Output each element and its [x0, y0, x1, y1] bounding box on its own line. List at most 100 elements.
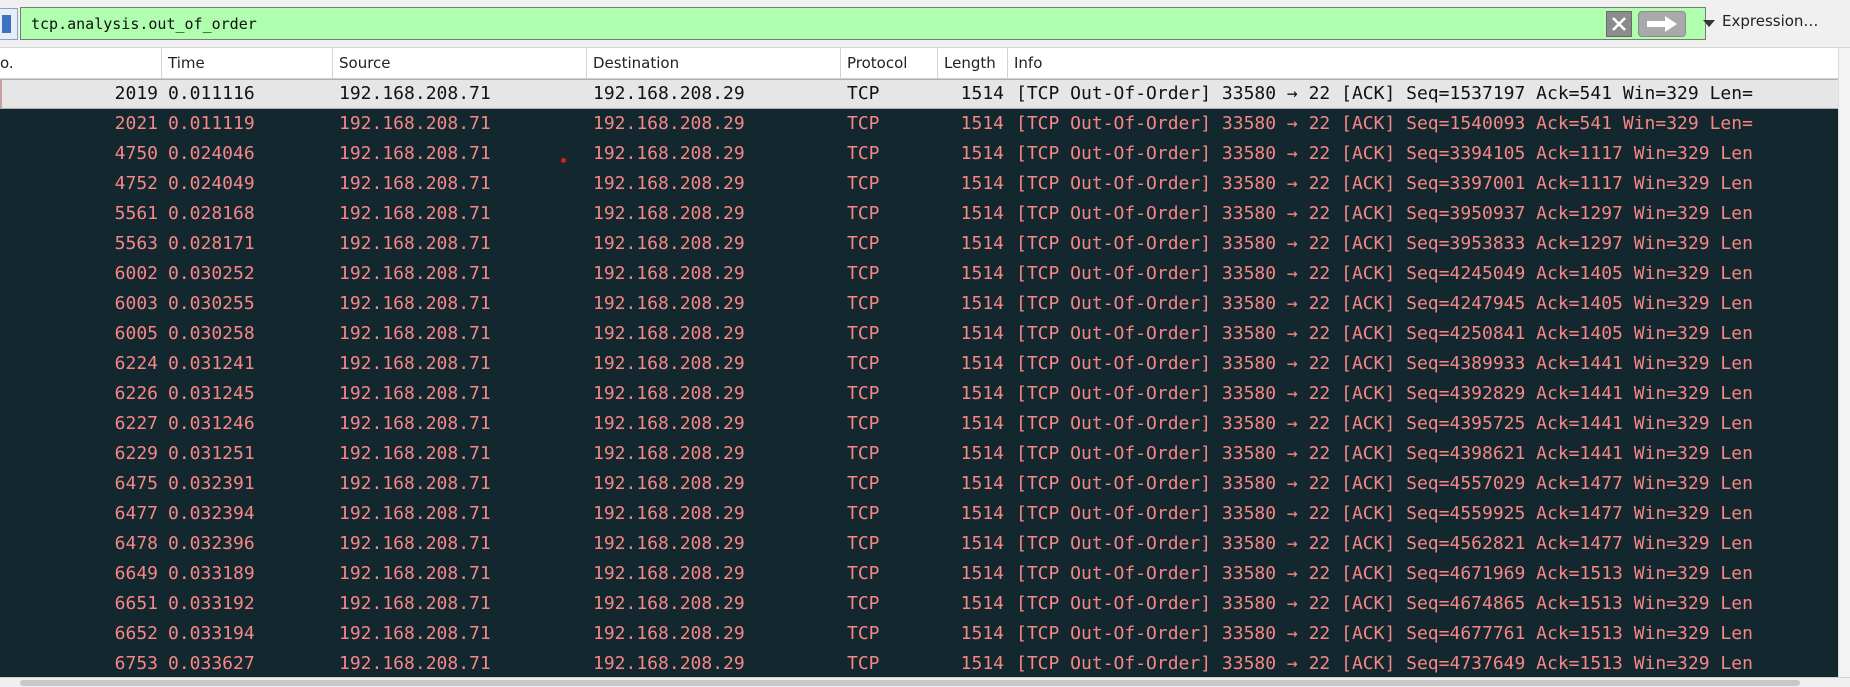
packet-row[interactable]: 4750 0.024046 192.168.208.71 192.168.208.29…: [0, 139, 1838, 169]
packet-number: 6002: [114, 263, 158, 284]
packet-source: 192.168.208.71: [339, 383, 491, 404]
packet-row[interactable]: 6003 0.030255 192.168.208.71 192.168.208.29…: [0, 289, 1838, 319]
packet-row[interactable]: 6224 0.031241 192.168.208.71 192.168.208.29…: [0, 349, 1838, 379]
packet-row[interactable]: 6649 0.033189 192.168.208.71 192.168.208.29…: [0, 559, 1838, 589]
packet-row[interactable]: 2021 0.011119 192.168.208.71 192.168.208.29…: [0, 109, 1838, 139]
vertical-scrollbar[interactable]: [1838, 48, 1850, 678]
packet-protocol: TCP: [847, 383, 880, 404]
packet-destination: 192.168.208.29: [593, 263, 745, 284]
packet-time: 0.032391: [168, 473, 255, 494]
packet-length: 1514: [960, 443, 1004, 464]
packet-source: 192.168.208.71: [339, 323, 491, 344]
packet-info: [TCP Out-Of-Order] 33580 → 22 [ACK] Seq=…: [1016, 503, 1753, 524]
packet-source: 192.168.208.71: [339, 113, 491, 134]
filter-bookmark-button[interactable]: [0, 8, 18, 40]
packet-info: [TCP Out-Of-Order] 33580 → 22 [ACK] Seq=…: [1016, 203, 1753, 224]
packet-info: [TCP Out-Of-Order] 33580 → 22 [ACK] Seq=…: [1016, 473, 1753, 494]
packet-time: 0.011116: [168, 83, 255, 104]
expression-button[interactable]: Expression…: [1722, 12, 1818, 30]
packet-row[interactable]: 6478 0.032396 192.168.208.71 192.168.208.29…: [0, 529, 1838, 559]
packet-row[interactable]: 6229 0.031251 192.168.208.71 192.168.208.29…: [0, 439, 1838, 469]
column-info[interactable]: Info: [1008, 48, 1838, 78]
packet-time: 0.033192: [168, 593, 255, 614]
packet-time: 0.031245: [168, 383, 255, 404]
packet-source: 192.168.208.71: [339, 263, 491, 284]
marker-dot: [561, 158, 566, 163]
packet-time: 0.024046: [168, 143, 255, 164]
packet-time: 0.030252: [168, 263, 255, 284]
packet-row[interactable]: 6002 0.030252 192.168.208.71 192.168.208.29…: [0, 259, 1838, 289]
column-protocol[interactable]: Protocol: [841, 48, 938, 78]
packet-destination: 192.168.208.29: [593, 413, 745, 434]
packet-protocol: TCP: [847, 503, 880, 524]
packet-length: 1514: [960, 173, 1004, 194]
arrow-right-icon: [1647, 16, 1677, 32]
packet-length: 1514: [960, 143, 1004, 164]
packet-row[interactable]: 6651 0.033192 192.168.208.71 192.168.208.29…: [0, 589, 1838, 619]
packet-row[interactable]: 6005 0.030258 192.168.208.71 192.168.208.29…: [0, 319, 1838, 349]
packet-protocol: TCP: [847, 563, 880, 584]
packet-destination: 192.168.208.29: [593, 473, 745, 494]
clear-filter-button[interactable]: [1606, 11, 1632, 37]
packet-protocol: TCP: [847, 233, 880, 254]
packet-destination: 192.168.208.29: [593, 113, 745, 134]
packet-time: 0.032396: [168, 533, 255, 554]
packet-length: 1514: [960, 83, 1004, 104]
packet-time: 0.030258: [168, 323, 255, 344]
packet-time: 0.024049: [168, 173, 255, 194]
packet-destination: 192.168.208.29: [593, 383, 745, 404]
packet-destination: 192.168.208.29: [593, 593, 745, 614]
display-filter-field[interactable]: tcp.analysis.out_of_order: [20, 7, 1715, 40]
packet-protocol: TCP: [847, 473, 880, 494]
horizontal-scrollbar-thumb[interactable]: [20, 680, 1800, 686]
packet-destination: 192.168.208.29: [593, 293, 745, 314]
chevron-down-icon: [1703, 20, 1715, 27]
packet-time: 0.033189: [168, 563, 255, 584]
packet-row[interactable]: 5561 0.028168 192.168.208.71 192.168.208.29…: [0, 199, 1838, 229]
packet-row[interactable]: 6652 0.033194 192.168.208.71 192.168.208.29…: [0, 619, 1838, 649]
packet-number: 6475: [114, 473, 158, 494]
apply-filter-button[interactable]: [1638, 11, 1686, 37]
packet-row[interactable]: 6226 0.031245 192.168.208.71 192.168.208.29…: [0, 379, 1838, 409]
packet-row[interactable]: 5563 0.028171 192.168.208.71 192.168.208.29…: [0, 229, 1838, 259]
packet-source: 192.168.208.71: [339, 83, 491, 104]
packet-number: 6005: [114, 323, 158, 344]
packet-protocol: TCP: [847, 113, 880, 134]
packet-length: 1514: [960, 383, 1004, 404]
packet-number: 6229: [114, 443, 158, 464]
packet-list[interactable]: 2019 0.011116 192.168.208.71 192.168.208.29…: [0, 79, 1838, 677]
packet-destination: 192.168.208.29: [593, 653, 745, 674]
packet-destination: 192.168.208.29: [593, 623, 745, 644]
horizontal-scrollbar[interactable]: [0, 677, 1850, 687]
packet-info: [TCP Out-Of-Order] 33580 → 22 [ACK] Seq=…: [1016, 113, 1753, 134]
packet-source: 192.168.208.71: [339, 593, 491, 614]
packet-row[interactable]: 4752 0.024049 192.168.208.71 192.168.208.29…: [0, 169, 1838, 199]
packet-row[interactable]: 6475 0.032391 192.168.208.71 192.168.208.29…: [0, 469, 1838, 499]
packet-source: 192.168.208.71: [339, 503, 491, 524]
packet-protocol: TCP: [847, 143, 880, 164]
column-time[interactable]: Time: [162, 48, 333, 78]
column-length[interactable]: Length: [938, 48, 1008, 78]
packet-info: [TCP Out-Of-Order] 33580 → 22 [ACK] Seq=…: [1016, 593, 1753, 614]
packet-protocol: TCP: [847, 653, 880, 674]
display-filter-text[interactable]: tcp.analysis.out_of_order: [31, 15, 257, 33]
column-source[interactable]: Source: [333, 48, 587, 78]
packet-protocol: TCP: [847, 263, 880, 284]
packet-time: 0.031241: [168, 353, 255, 374]
recent-filters-dropdown[interactable]: [1696, 11, 1722, 37]
packet-protocol: TCP: [847, 413, 880, 434]
packet-row[interactable]: 6477 0.032394 192.168.208.71 192.168.208.29…: [0, 499, 1838, 529]
packet-protocol: TCP: [847, 623, 880, 644]
packet-length: 1514: [960, 503, 1004, 524]
packet-length: 1514: [960, 413, 1004, 434]
packet-number: 5561: [114, 203, 158, 224]
packet-info: [TCP Out-Of-Order] 33580 → 22 [ACK] Seq=…: [1016, 353, 1753, 374]
column-destination[interactable]: Destination: [587, 48, 841, 78]
packet-length: 1514: [960, 293, 1004, 314]
packet-row[interactable]: 6753 0.033627 192.168.208.71 192.168.208.29…: [0, 649, 1838, 677]
column-no[interactable]: o.: [0, 48, 162, 78]
packet-row[interactable]: 6227 0.031246 192.168.208.71 192.168.208.29…: [0, 409, 1838, 439]
packet-info: [TCP Out-Of-Order] 33580 → 22 [ACK] Seq=…: [1016, 413, 1753, 434]
packet-row-selected[interactable]: 2019 0.011116 192.168.208.71 192.168.208.29…: [0, 79, 1838, 109]
packet-source: 192.168.208.71: [339, 413, 491, 434]
